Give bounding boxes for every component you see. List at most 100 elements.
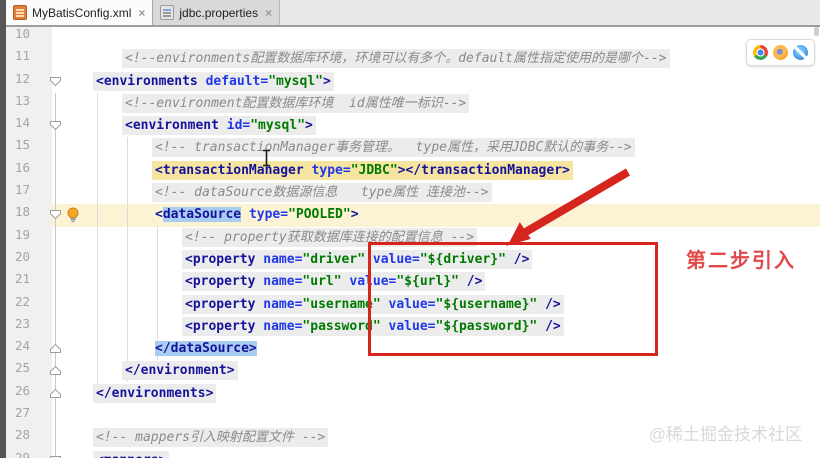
line-number: 22 (6, 293, 52, 316)
token-tag: > (350, 207, 359, 223)
code-text[interactable]: <mappers> (52, 450, 820, 458)
code-text[interactable]: <!--environment配置数据库环境 id属性唯一标识--> (52, 93, 820, 115)
code-line-row: 17 <!-- dataSource数据源信息 type属性 连接池--> (6, 182, 820, 205)
fold-marker-down-icon[interactable] (49, 76, 62, 87)
token-tag: <property (185, 251, 264, 267)
code-text[interactable]: <!--environments配置数据库环境，环境可以有多个。default属… (52, 48, 820, 70)
tab-label: jdbc.properties (179, 5, 259, 20)
firefox-icon[interactable] (773, 45, 788, 60)
tab-jdbc.properties[interactable]: jdbc.properties × (153, 0, 281, 25)
code-text[interactable]: </environments> (52, 383, 820, 405)
token-attr: = (342, 162, 351, 178)
code-line-row: 11 <!--environments配置数据库环境，环境可以有多个。defaul… (6, 48, 820, 71)
line-number: 21 (6, 271, 52, 294)
code-line-row: 15 <!-- transactionManager事务管理。 type属性，采用… (6, 137, 820, 160)
line-number: 27 (6, 405, 52, 428)
token-val: "JDBC" (350, 162, 398, 178)
tab-label: MyBatisConfig.xml (32, 5, 132, 20)
token-attr: name (263, 274, 295, 290)
code-line-row: 29 <mappers> (6, 449, 820, 458)
code-line-row: 16 <transactionManager type="JDBC"></tran… (6, 159, 820, 183)
fold-marker-down-icon[interactable] (49, 120, 62, 131)
line-number: 20 (6, 248, 52, 272)
token-attr: name (263, 251, 295, 267)
line-number: 24 (6, 338, 52, 361)
token-val: "mysql" (268, 73, 323, 89)
line-number: 13 (6, 92, 52, 116)
token-tag: </dataSource> (155, 341, 257, 357)
safari-icon[interactable] (793, 45, 808, 60)
token-tag: <property (185, 318, 264, 334)
text-cursor-ibeam-icon (261, 149, 272, 167)
token-cmt: <!-- transactionManager事务管理。 type属性，采用JD… (155, 140, 632, 156)
editor-scrollbar[interactable] (814, 27, 819, 36)
line-number: 19 (6, 226, 52, 249)
code-line-row: 14 <environment id="mysql"> (6, 115, 820, 138)
watermark-text: @稀土掘金技术社区 (648, 425, 802, 444)
code-text[interactable]: <environment id="mysql"> (52, 115, 820, 137)
token-tag: > (323, 73, 331, 89)
token-tag: <property (185, 296, 264, 312)
line-number: 11 (6, 48, 52, 71)
code-line-row: 25 </environment> (6, 360, 820, 383)
token-val: "mysql" (250, 118, 306, 134)
token-cmt: <!-- mappers引入映射配置文件 --> (96, 430, 326, 446)
line-number: 29 (6, 449, 52, 458)
code-text[interactable]: <!-- dataSource数据源信息 type属性 连接池--> (52, 182, 820, 204)
annotation-rectangle (368, 242, 658, 356)
code-text[interactable]: </environment> (52, 360, 820, 382)
token-tag: </environment> (125, 363, 235, 379)
xml-file-icon (13, 5, 27, 20)
close-icon[interactable]: × (265, 6, 272, 20)
token-attr: name (263, 318, 295, 334)
token-attr: default (205, 73, 261, 89)
token-cmt: <!--environment配置数据库环境 id属性唯一标识--> (125, 95, 467, 111)
token-tag: dataSource (162, 207, 242, 223)
code-text[interactable]: <transactionManager type="JDBC"></transa… (52, 160, 820, 182)
line-number: 18 (6, 204, 52, 227)
annotation-arrow-icon (460, 158, 660, 258)
chrome-icon[interactable] (753, 45, 768, 60)
token-val: "driver" (302, 251, 366, 267)
code-text[interactable]: <environments default="mysql"> (52, 71, 820, 93)
line-number: 16 (6, 159, 52, 183)
code-text[interactable]: <dataSource type="POOLED"> (52, 204, 820, 226)
code-line-row: 26 </environments> (6, 382, 820, 406)
window-edge-strip (0, 0, 6, 458)
token-val: "url" (302, 274, 342, 290)
tab-bar: MyBatisConfig.xml × jdbc.properties × (6, 0, 820, 27)
annotation-step-label: 第二步引入 (686, 250, 796, 272)
code-text[interactable]: <!-- transactionManager事务管理。 type属性，采用JD… (52, 137, 820, 159)
token-tag: < (155, 207, 163, 223)
token-attr: name (263, 296, 295, 312)
token-cmt: <!-- dataSource数据源信息 type属性 连接池--> (155, 185, 489, 201)
fold-marker-up-icon[interactable] (49, 365, 62, 376)
fold-marker-up-icon[interactable] (49, 388, 62, 399)
token-tag: > (305, 118, 313, 134)
fold-marker-down-icon[interactable] (49, 455, 62, 458)
token-tag: </environments> (96, 385, 214, 401)
token-tag: <property (185, 274, 264, 290)
intention-lightbulb-icon[interactable] (67, 207, 79, 223)
token-cmt: <!--environments配置数据库环境，环境可以有多个。default属… (125, 51, 667, 67)
line-number: 26 (6, 382, 52, 406)
token-tag: <environment (125, 118, 227, 134)
token-attr: type (311, 162, 343, 178)
line-number: 10 (6, 26, 52, 49)
token-attr: type (248, 207, 281, 223)
token-attr: = (280, 207, 289, 223)
token-val: "POOLED" (288, 207, 351, 223)
close-icon[interactable]: × (138, 6, 145, 20)
tab-MyBatisConfig.xml[interactable]: MyBatisConfig.xml × (6, 0, 154, 25)
token-tag: <transactionManager (155, 162, 312, 178)
properties-file-icon (160, 5, 175, 20)
line-number: 25 (6, 360, 52, 383)
line-number: 15 (6, 137, 52, 160)
line-number: 17 (6, 182, 52, 205)
fold-marker-up-icon[interactable] (49, 343, 62, 354)
token-tag: <mappers> (96, 453, 166, 458)
code-line-row: 10 (6, 26, 820, 49)
line-number: 28 (6, 427, 52, 450)
fold-marker-down-icon[interactable] (49, 209, 62, 220)
